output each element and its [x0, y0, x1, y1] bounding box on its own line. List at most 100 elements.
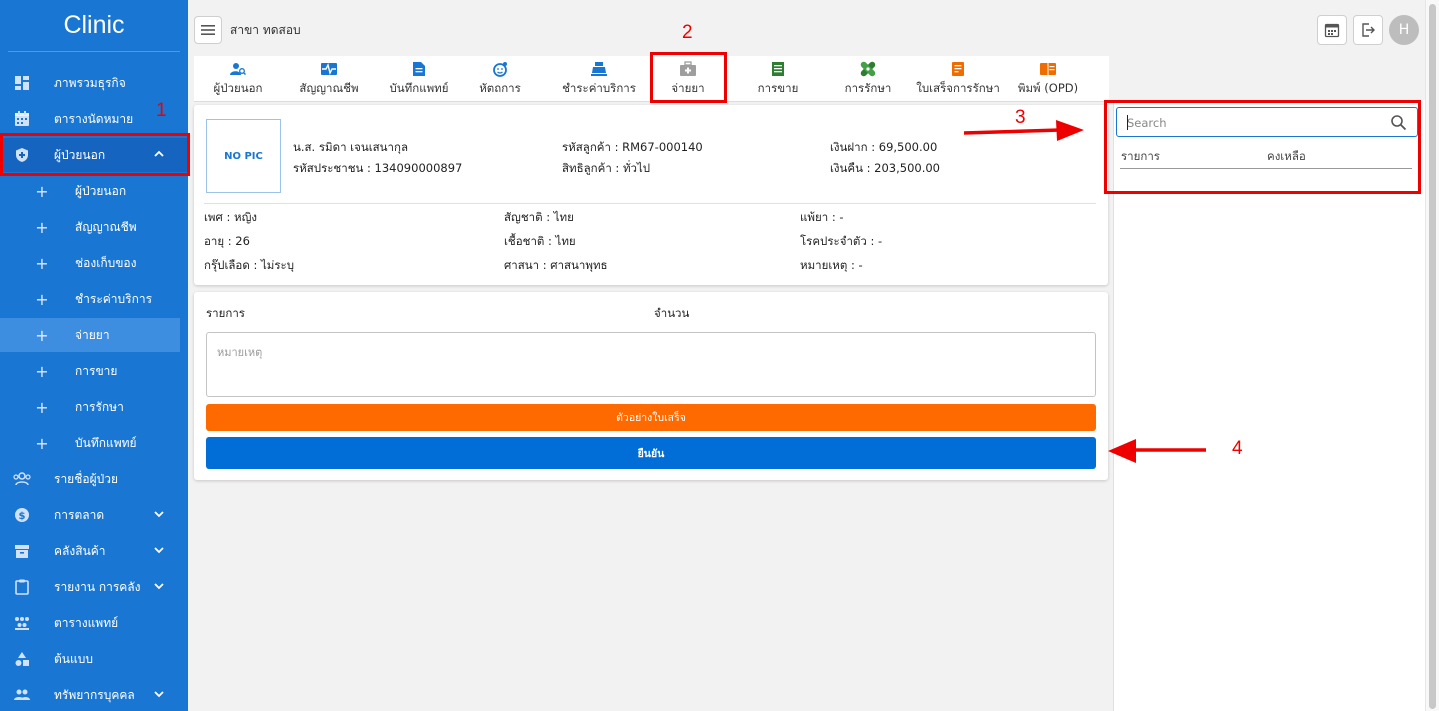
patient-name: น.ส. รมิดา เจนเสนากุล	[293, 140, 408, 154]
receipt-icon	[769, 60, 787, 78]
dashboard-icon	[12, 73, 32, 93]
annotation-number-2: 2	[682, 22, 693, 43]
tab-sales[interactable]: การขาย	[752, 60, 804, 98]
vitals-icon	[320, 60, 338, 78]
sidebar-item-label: รายชื่อผู้ป่วย	[54, 471, 118, 486]
calendar-button[interactable]	[1317, 15, 1347, 45]
divider	[204, 203, 1096, 204]
patient-allergy: แพ้ยา : -	[800, 210, 844, 224]
sidebar-subitem-storage[interactable]: + ช่องเก็บของ	[0, 246, 188, 280]
sidebar-item-label: ช่องเก็บของ	[75, 255, 137, 270]
sidebar-item-doctor-schedule[interactable]: ตารางแพทย์	[0, 606, 188, 640]
patient-search-icon	[229, 60, 247, 78]
annotation-box-2	[650, 52, 727, 103]
tab-doctor-notes[interactable]: บันทึกแพทย์	[388, 60, 450, 98]
sidebar-item-warehouse[interactable]: คลังสินค้า	[0, 534, 188, 568]
sidebar-item-label: ผู้ป่วยนอก	[75, 183, 127, 198]
sidebar-item-dashboard[interactable]: ภาพรวมธุรกิจ	[0, 66, 188, 100]
tab-procedure[interactable]: หัตถการ	[474, 60, 526, 98]
sidebar-subitem-outpatient[interactable]: + ผู้ป่วยนอก	[0, 174, 188, 208]
sidebar-subitem-vitals[interactable]: + สัญญาณชีพ	[0, 210, 188, 244]
sidebar-subitem-dispense[interactable]: + จ่ายยา	[0, 318, 180, 352]
sidebar-item-label: ทรัพยากรบุคคล	[54, 687, 135, 702]
patients-icon	[12, 469, 32, 489]
plus-icon: +	[35, 253, 49, 273]
patient-blood-group: กรุ๊ปเลือด : ไม่ระบุ	[204, 258, 294, 272]
tab-treatment-receipt[interactable]: ใบเสร็จการรักษา	[916, 60, 1000, 98]
deposit-balance: เงินฝาก : 69,500.00	[830, 140, 938, 154]
sidebar-item-label: การตลาด	[54, 507, 105, 522]
plus-icon: +	[35, 433, 49, 453]
patient-age: อายุ : 26	[204, 234, 250, 248]
sidebar-item-finance-report[interactable]: รายงาน การคลัง	[0, 570, 188, 604]
invoice-icon	[949, 60, 967, 78]
annotation-number-4: 4	[1232, 438, 1243, 459]
chevron-down-icon	[154, 583, 164, 590]
clipboard-icon	[12, 577, 32, 597]
patient-race: เชื้อชาติ : ไทย	[504, 234, 576, 248]
sidebar-subitem-payment[interactable]: + ชำระค่าบริการ	[0, 282, 188, 316]
plus-icon: +	[35, 397, 49, 417]
annotation-box-1	[0, 133, 190, 176]
patient-chronic-disease: โรคประจำตัว : -	[800, 234, 883, 248]
annotation-number-1: 1	[156, 100, 167, 121]
confirm-button[interactable]: ยืนยัน	[206, 437, 1096, 469]
sidebar-item-marketing[interactable]: $ การตลาด	[0, 498, 188, 532]
page-scrollbar[interactable]	[1425, 0, 1439, 711]
avatar[interactable]: H	[1389, 15, 1419, 45]
sidebar-item-label: ภาพรวมธุรกิจ	[54, 75, 126, 90]
people-icon	[12, 685, 32, 705]
brand-logo: Clinic	[8, 0, 180, 52]
patient-photo: NO PIC	[206, 119, 281, 193]
column-header-item: รายการ	[206, 306, 245, 320]
sidebar-item-label: บันทึกแพทย์	[75, 435, 137, 450]
customer-right: สิทธิลูกค้า : ทั่วไป	[562, 161, 651, 175]
procedure-icon	[491, 60, 509, 78]
sidebar-item-patient-list[interactable]: รายชื่อผู้ป่วย	[0, 462, 188, 496]
sidebar-item-label: ตารางนัดหมาย	[54, 111, 134, 126]
tab-print-opd[interactable]: พิมพ์ (OPD)	[1018, 60, 1078, 98]
sidebar-item-hr[interactable]: ทรัพยากรบุคคล	[0, 678, 188, 711]
sidebar-item-label: สัญญาณชีพ	[75, 219, 137, 234]
sidebar-subitem-sales[interactable]: + การขาย	[0, 354, 188, 388]
sidebar-item-label: การรักษา	[75, 399, 124, 414]
annotation-box-3	[1104, 100, 1421, 194]
tab-outpatient[interactable]: ผู้ป่วยนอก	[212, 60, 264, 98]
dispense-form-card: รายการ จำนวน หมายเหตุ ตัวอย่างใบเสร็จ ยื…	[194, 292, 1108, 480]
patient-national-id: รหัสประชาชน : 1340900008​97	[293, 161, 463, 175]
tab-vitals[interactable]: สัญญาณชีพ	[296, 60, 362, 98]
branch-label: สาขา ทดสอบ	[230, 23, 301, 37]
sidebar-subitem-treatment[interactable]: + การรักษา	[0, 390, 188, 424]
patient-nationality: สัญชาติ : ไทย	[504, 210, 574, 224]
plus-icon: +	[35, 289, 49, 309]
sidebar-item-templates[interactable]: ต้นแบบ	[0, 642, 188, 676]
patient-note: หมายเหตุ : -	[800, 258, 863, 272]
chevron-down-icon	[154, 511, 164, 518]
patient-gender: เพศ : หญิง	[204, 210, 257, 224]
annotation-arrow-left-icon	[1108, 439, 1206, 463]
warehouse-icon	[12, 541, 32, 561]
print-book-icon	[1039, 60, 1057, 78]
menu-toggle-button[interactable]	[194, 16, 222, 44]
bandage-icon	[859, 60, 877, 78]
sidebar-item-label: ต้นแบบ	[54, 651, 93, 666]
receipt-preview-button[interactable]: ตัวอย่างใบเสร็จ	[206, 404, 1096, 431]
calendar-icon	[1324, 23, 1340, 38]
sidebar-item-label: จ่ายยา	[75, 327, 110, 342]
patient-religion: ศาสนา : ศาสนาพุทธ	[504, 258, 608, 272]
logout-icon	[1362, 23, 1375, 37]
sidebar-item-label: ตารางแพทย์	[54, 615, 119, 630]
tab-payment[interactable]: ชำระค่าบริการ	[562, 60, 636, 98]
top-bar: สาขา ทดสอบ H	[194, 13, 1419, 45]
column-header-quantity: จำนวน	[654, 306, 690, 320]
remark-textarea[interactable]: หมายเหตุ	[206, 332, 1096, 397]
plus-icon: +	[35, 325, 49, 345]
sidebar-item-label: การขาย	[75, 363, 118, 378]
tab-treatment[interactable]: การรักษา	[840, 60, 896, 98]
dollar-icon: $	[12, 505, 32, 525]
sidebar-item-label: คลังสินค้า	[54, 543, 106, 558]
logout-button[interactable]	[1353, 15, 1383, 45]
sidebar-subitem-doctor-notes[interactable]: + บันทึกแพทย์	[0, 426, 188, 460]
scrollbar-thumb[interactable]	[1429, 4, 1436, 709]
refund-balance: เงินคืน : 203,500.00	[830, 161, 940, 175]
